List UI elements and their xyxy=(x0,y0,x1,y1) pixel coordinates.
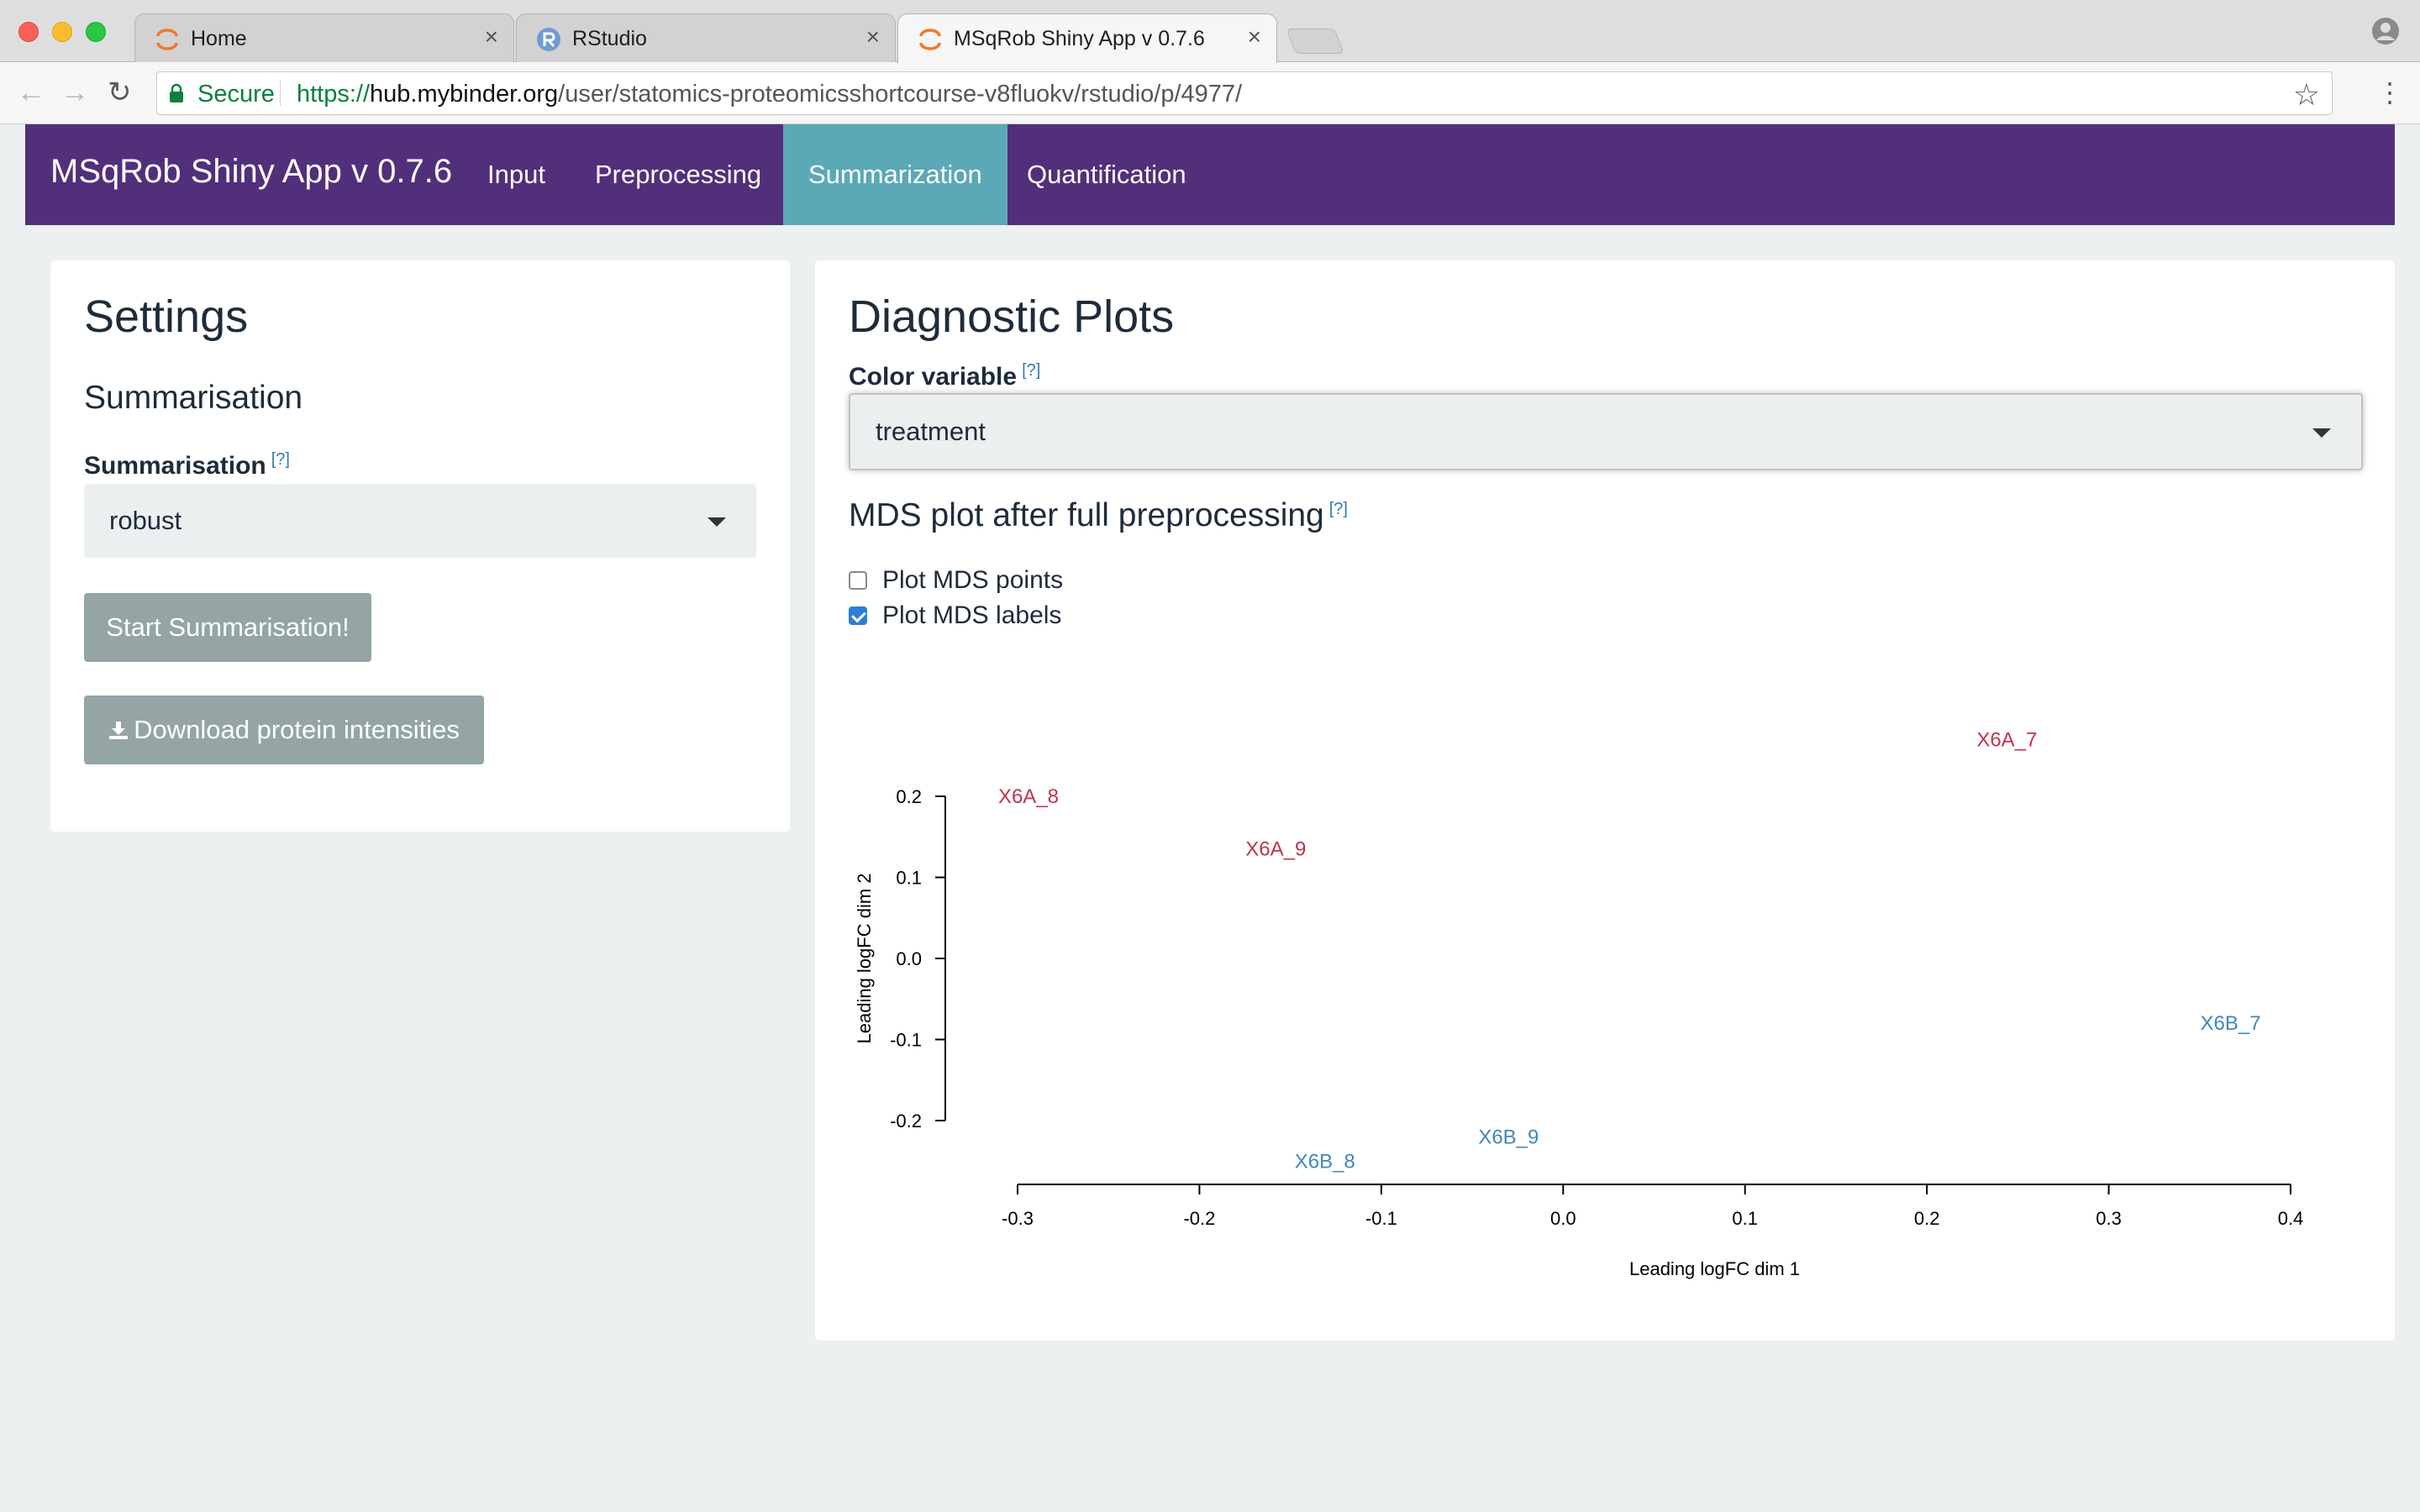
start-summarisation-button[interactable]: Start Summarisation! xyxy=(84,593,371,662)
settings-title: Settings xyxy=(84,291,249,342)
app-brand[interactable]: MSqRob Shiny App v 0.7.6 xyxy=(50,153,452,191)
mds-point-label: X6B_7 xyxy=(2201,1012,2261,1035)
y-tick-label: 0.1 xyxy=(896,868,922,889)
browser-tab-home[interactable]: Home × xyxy=(134,13,514,62)
x-tick-label: 0.0 xyxy=(1550,1208,1576,1229)
x-tick-label: -0.2 xyxy=(1183,1208,1215,1229)
window-close-button[interactable] xyxy=(18,22,39,42)
close-tab-icon[interactable]: × xyxy=(485,24,498,50)
mds-point-label: X6B_9 xyxy=(1478,1126,1539,1148)
summarisation-value: robust xyxy=(109,506,182,535)
rstudio-icon xyxy=(537,28,560,51)
diagnostic-plots-panel: Diagnostic Plots Color variable [?] treat… xyxy=(815,260,2395,1341)
y-tick-label: -0.1 xyxy=(890,1030,922,1051)
x-tick-label: 0.3 xyxy=(2096,1208,2122,1229)
profile-icon[interactable] xyxy=(2371,17,2400,45)
new-tab-button[interactable] xyxy=(1286,29,1344,54)
x-tick-label: -0.1 xyxy=(1365,1208,1397,1229)
mds-plot: -0.3 -0.2 -0.1 0.0 0.1 0.2 0.3 0.4 -0.2 -0.1 0.0 0.… xyxy=(854,728,2304,1279)
tab-title: MSqRob Shiny App v 0.7.6 xyxy=(954,27,1205,50)
close-tab-icon[interactable]: × xyxy=(1248,24,1261,50)
summarisation-label-text: Summarisation xyxy=(84,452,266,480)
x-tick-label: 0.1 xyxy=(1732,1208,1758,1229)
y-tick-label: 0.0 xyxy=(896,948,922,969)
y-axis-label: Leading logFC dim 2 xyxy=(854,873,875,1043)
x-tick-label: -0.3 xyxy=(1002,1208,1034,1229)
tab-title: RStudio xyxy=(572,27,647,50)
url-text: https://hub.mybinder.org/user/statomics-… xyxy=(297,81,1242,108)
summarisation-label: Summarisation [?] xyxy=(84,450,290,480)
nav-tab-input[interactable]: Input xyxy=(462,124,571,225)
x-tick-label: 0.2 xyxy=(1914,1208,1940,1229)
dropdown-caret-icon xyxy=(708,517,726,527)
address-bar[interactable]: Secure https://hub.mybinder.org/user/sta… xyxy=(156,71,2333,115)
browser-toolbar: ← → ↻ Secure https://hub.mybinder.org/us… xyxy=(0,62,2420,124)
tab-title: Home xyxy=(191,27,247,50)
summarisation-select[interactable]: robust xyxy=(84,484,756,558)
url-path: /user/statomics-proteomicsshortcourse-v8… xyxy=(558,81,1243,108)
nav-tab-summarization[interactable]: Summarization xyxy=(783,124,1007,225)
url-scheme: https:// xyxy=(297,81,371,108)
window-minimize-button[interactable] xyxy=(52,22,72,42)
nav-tab-quantification[interactable]: Quantification xyxy=(1002,124,1212,225)
nav-tab-preprocessing[interactable]: Preprocessing xyxy=(570,124,786,225)
help-link[interactable]: [?] xyxy=(271,450,290,469)
x-tick-label: 0.4 xyxy=(2278,1208,2304,1229)
mds-point-label: X6A_7 xyxy=(1976,728,2037,751)
close-tab-icon[interactable]: × xyxy=(866,24,880,50)
browser-tab-rstudio[interactable]: RStudio × xyxy=(516,13,896,62)
mds-point-label: X6A_9 xyxy=(1245,838,1306,861)
window-zoom-button[interactable] xyxy=(86,22,106,42)
app-navbar: MSqRob Shiny App v 0.7.6 Input Preproces… xyxy=(25,124,2395,225)
browser-tab-msqrob[interactable]: MSqRob Shiny App v 0.7.6 × xyxy=(897,13,1277,63)
back-arrow-icon[interactable]: ← xyxy=(17,77,45,108)
y-tick-label: -0.2 xyxy=(890,1110,922,1131)
forward-arrow-icon[interactable]: → xyxy=(60,77,89,108)
download-button-label: Download protein intensities xyxy=(134,715,460,744)
x-axis-label: Leading logFC dim 1 xyxy=(1629,1258,1800,1279)
address-separator xyxy=(280,81,281,106)
summarisation-heading: Summarisation xyxy=(84,380,303,416)
reload-icon[interactable]: ↻ xyxy=(108,77,132,108)
y-tick-label: 0.2 xyxy=(896,786,922,807)
settings-panel: Settings Summarisation Summarisation [?] … xyxy=(50,260,790,832)
mds-point-label: X6B_8 xyxy=(1295,1150,1355,1173)
mds-point-label: X6A_8 xyxy=(998,785,1059,808)
jupyter-icon xyxy=(156,29,178,50)
download-icon xyxy=(109,722,129,739)
bookmark-star-icon[interactable]: ☆ xyxy=(2293,77,2320,113)
url-host: hub.mybinder.org xyxy=(370,81,559,108)
browser-menu-icon[interactable]: ⋮ xyxy=(2376,77,2403,108)
jupyter-icon xyxy=(919,29,941,50)
secure-label: Secure xyxy=(197,81,275,108)
lock-icon xyxy=(170,83,183,102)
download-protein-intensities-button[interactable]: Download protein intensities xyxy=(84,696,484,764)
browser-tab-strip: Home × RStudio × MSqRob Shiny App v 0.7.… xyxy=(0,0,2420,63)
